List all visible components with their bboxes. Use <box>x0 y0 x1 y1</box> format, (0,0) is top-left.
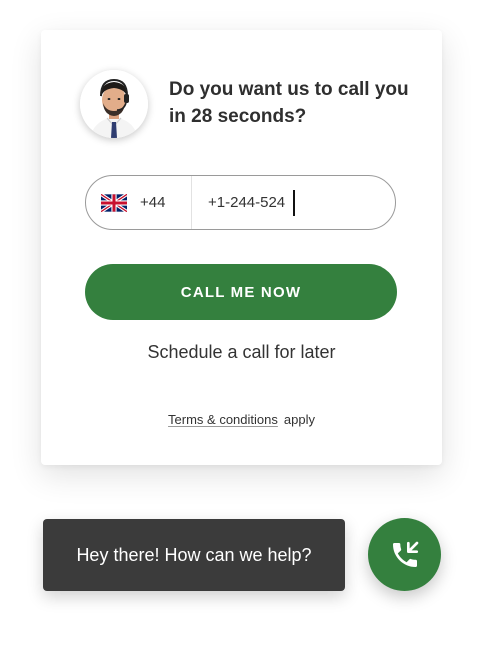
callback-question: Do you want us to call you in 28 seconds… <box>169 79 409 127</box>
chat-greeting-text: Hey there! How can we help? <box>76 544 312 565</box>
text-caret <box>293 189 296 216</box>
uk-flag-icon <box>101 193 127 212</box>
chat-launcher-button[interactable] <box>368 518 441 591</box>
phone-call-icon <box>392 541 418 567</box>
country-code: +44 <box>140 194 166 211</box>
terms-conditions-link[interactable]: Terms & conditions <box>168 412 278 427</box>
schedule-call-link[interactable]: Schedule a call for later <box>41 342 442 363</box>
agent-avatar <box>80 70 148 138</box>
phone-input-group: +44 +1-244-524 <box>85 175 396 230</box>
terms-row: Terms & conditions apply <box>41 412 442 427</box>
chat-greeting-bubble[interactable]: Hey there! How can we help? <box>43 519 345 591</box>
terms-apply-text: apply <box>283 412 315 427</box>
phone-number-value: +1-244-524 <box>208 194 286 211</box>
callback-widget-card: Do you want us to call you in 28 seconds… <box>41 30 442 465</box>
phone-number-input[interactable]: +1-244-524 <box>192 176 296 229</box>
call-me-now-button[interactable]: CALL ME NOW <box>85 264 397 320</box>
country-selector[interactable]: +44 <box>86 176 192 229</box>
